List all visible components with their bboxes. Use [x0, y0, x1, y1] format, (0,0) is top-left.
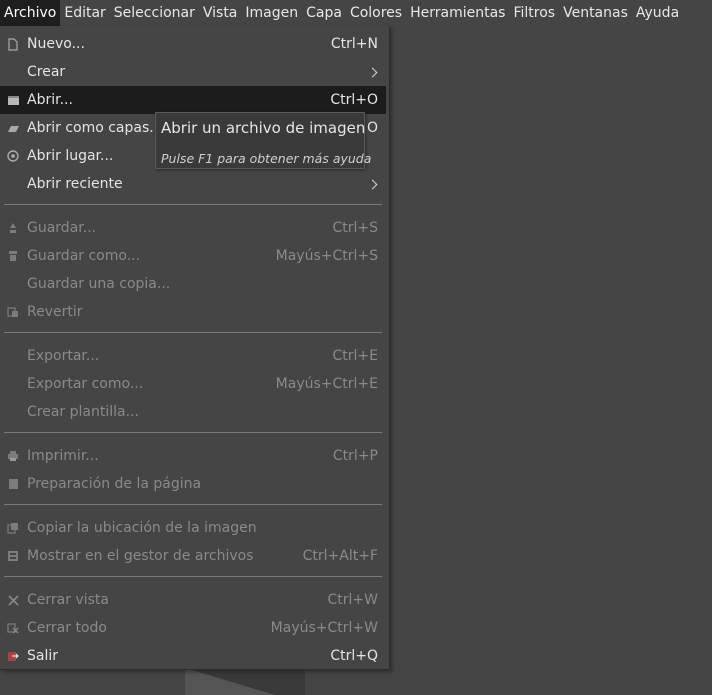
menu-vista[interactable]: Vista — [199, 0, 242, 26]
menu-item-label: Guardar... — [27, 220, 97, 236]
menu-item-shortcut: Ctrl+S — [332, 220, 378, 236]
menu-archivo[interactable]: Archivo — [0, 0, 61, 26]
menu-item-imprimir[interactable]: Imprimir... Ctrl+P — [0, 442, 386, 470]
menu-item-label: Revertir — [27, 304, 83, 320]
menu-item-guardar-copia[interactable]: Guardar una copia... — [0, 270, 386, 298]
menu-item-label: Cerrar vista — [27, 592, 109, 608]
menu-item-shortcut: Ctrl+Alt+F — [302, 548, 378, 564]
menu-item-copiar-ubicacion[interactable]: Copiar la ubicación de la imagen — [0, 514, 386, 542]
open-location-icon — [6, 149, 20, 163]
menu-item-guardar-como[interactable]: Guardar como... Mayús+Ctrl+S — [0, 242, 386, 270]
menu-item-cerrar-vista[interactable]: Cerrar vista Ctrl+W — [0, 586, 386, 614]
page-setup-icon — [6, 477, 20, 491]
menu-capa[interactable]: Capa — [302, 0, 346, 26]
menubar: Archivo Editar Seleccionar Vista Imagen … — [0, 0, 712, 26]
menu-item-crear-plantilla[interactable]: Crear plantilla... — [0, 398, 386, 426]
menu-item-label: Guardar una copia... — [27, 276, 171, 292]
quit-icon — [6, 649, 20, 663]
close-all-icon — [6, 621, 20, 635]
menu-seleccionar[interactable]: Seleccionar — [110, 0, 199, 26]
tooltip-title: Abrir un archivo de imagen — [161, 119, 366, 137]
menu-filtros[interactable]: Filtros — [509, 0, 559, 26]
menu-ayuda[interactable]: Ayuda — [632, 0, 683, 26]
menu-colores[interactable]: Colores — [346, 0, 406, 26]
menu-item-shortcut: Ctrl+O — [330, 92, 378, 108]
open-as-layers-icon — [6, 121, 20, 135]
separator — [4, 576, 382, 577]
print-icon — [6, 449, 20, 463]
menu-item-shortcut: Mayús+Ctrl+S — [275, 248, 378, 264]
new-file-icon — [6, 37, 20, 51]
menu-item-label: Imprimir... — [27, 448, 99, 464]
save-as-icon — [6, 249, 20, 263]
menu-item-label: Crear plantilla... — [27, 404, 139, 420]
menu-item-shortcut: O — [366, 120, 378, 136]
menu-item-label: Abrir como capas... — [27, 120, 163, 136]
close-icon — [6, 593, 20, 607]
menu-item-label: Crear — [27, 64, 66, 80]
menu-item-revertir[interactable]: Revertir — [0, 298, 386, 326]
revert-icon — [6, 305, 20, 319]
menu-item-guardar[interactable]: Guardar... Ctrl+S — [0, 214, 386, 242]
tooltip: Abrir un archivo de imagen Pulse F1 para… — [155, 112, 371, 169]
menu-item-shortcut: Ctrl+E — [332, 348, 379, 364]
open-file-icon — [6, 93, 20, 107]
menu-item-label: Abrir lugar... — [27, 148, 114, 164]
menu-herramientas[interactable]: Herramientas — [406, 0, 509, 26]
menu-item-exportar-como[interactable]: Exportar como... Mayús+Ctrl+E — [0, 370, 386, 398]
menu-item-mostrar-gestor[interactable]: Mostrar en el gestor de archivos Ctrl+Al… — [0, 542, 386, 570]
separator — [4, 432, 382, 433]
menu-item-label: Copiar la ubicación de la imagen — [27, 520, 257, 536]
menu-item-shortcut: Mayús+Ctrl+W — [270, 620, 378, 636]
save-icon — [6, 221, 20, 235]
menu-item-shortcut: Ctrl+W — [327, 592, 378, 608]
submenu-arrow-icon — [367, 67, 378, 77]
menu-item-shortcut: Ctrl+N — [330, 36, 378, 52]
menu-item-label: Abrir... — [27, 92, 73, 108]
menu-ventanas[interactable]: Ventanas — [559, 0, 632, 26]
tooltip-hint: Pulse F1 para obtener más ayuda — [161, 151, 372, 166]
menu-item-label: Exportar como... — [27, 376, 144, 392]
menu-item-label: Abrir reciente — [27, 176, 123, 192]
menu-editar[interactable]: Editar — [60, 0, 109, 26]
menu-imagen[interactable]: Imagen — [241, 0, 302, 26]
separator — [4, 504, 382, 505]
menu-item-shortcut: Ctrl+Q — [330, 648, 378, 664]
menu-item-abrir[interactable]: Abrir... Ctrl+O — [0, 86, 386, 114]
menu-item-shortcut: Mayús+Ctrl+E — [275, 376, 378, 392]
canvas-corner — [185, 668, 275, 695]
copy-location-icon — [6, 521, 20, 535]
menu-item-abrir-reciente[interactable]: Abrir reciente — [0, 170, 386, 198]
menu-item-label: Preparación de la página — [27, 476, 202, 492]
submenu-arrow-icon — [367, 179, 378, 189]
menu-item-label: Exportar... — [27, 348, 100, 364]
file-manager-icon — [6, 549, 20, 563]
menu-item-label: Nuevo... — [27, 36, 85, 52]
menu-item-label: Mostrar en el gestor de archivos — [27, 548, 254, 564]
menu-item-label: Salir — [27, 648, 59, 664]
separator — [4, 332, 382, 333]
menu-item-nuevo[interactable]: Nuevo... Ctrl+N — [0, 30, 386, 58]
menu-item-exportar[interactable]: Exportar... Ctrl+E — [0, 342, 386, 370]
menu-item-shortcut: Ctrl+P — [332, 448, 378, 464]
menu-item-preparacion-pagina[interactable]: Preparación de la página — [0, 470, 386, 498]
separator — [4, 204, 382, 205]
menu-item-crear[interactable]: Crear — [0, 58, 386, 86]
menu-item-label: Guardar como... — [27, 248, 141, 264]
menu-item-label: Cerrar todo — [27, 620, 107, 636]
menu-item-salir[interactable]: Salir Ctrl+Q — [0, 642, 386, 670]
menu-item-cerrar-todo[interactable]: Cerrar todo Mayús+Ctrl+W — [0, 614, 386, 642]
